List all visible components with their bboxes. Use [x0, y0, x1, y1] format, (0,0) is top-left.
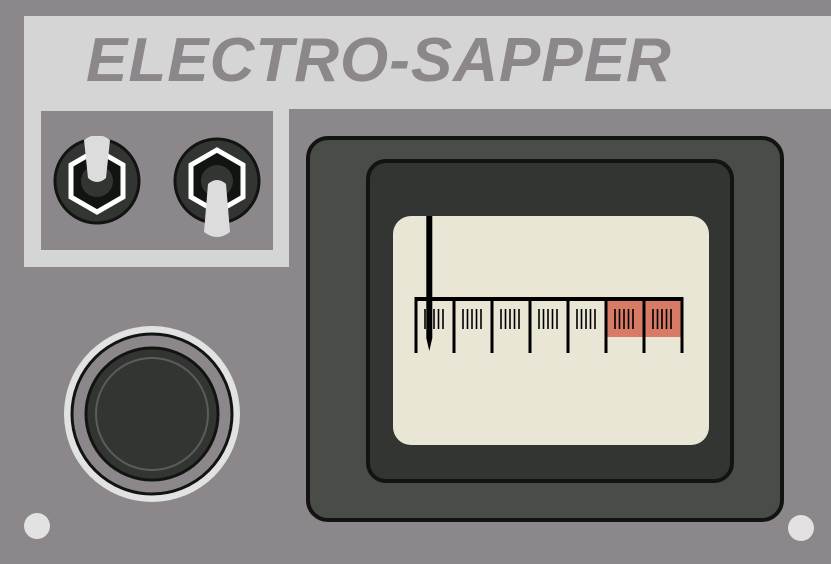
danger-zone-segment: [644, 297, 682, 337]
minor-tick: [538, 309, 540, 329]
minor-tick: [442, 309, 444, 329]
meter-needle: [426, 216, 433, 351]
minor-tick: [433, 309, 435, 329]
minor-tick: [437, 309, 440, 329]
minor-tick: [580, 309, 583, 329]
minor-tick: [480, 309, 482, 329]
minor-tick: [556, 309, 558, 329]
minor-tick: [513, 309, 516, 329]
danger-zone-segment: [606, 297, 644, 337]
left-toggle-switch[interactable]: [52, 136, 142, 226]
minor-tick: [623, 309, 625, 329]
right-toggle-switch[interactable]: [172, 136, 262, 237]
minor-tick: [652, 309, 654, 329]
minor-tick: [551, 309, 554, 329]
scale-top-rail: [416, 297, 682, 301]
minor-tick: [471, 309, 473, 329]
minor-tick: [632, 309, 634, 329]
minor-tick: [424, 309, 426, 329]
minor-tick: [576, 309, 578, 329]
major-tick: [490, 297, 494, 353]
meter-scale: [414, 216, 684, 353]
minor-tick: [665, 309, 668, 329]
minor-tick: [618, 309, 621, 329]
round-jack-socket-icon: [64, 326, 240, 502]
minor-tick: [594, 309, 596, 329]
minor-tick: [547, 309, 549, 329]
major-tick: [452, 297, 456, 353]
screw-right: [788, 515, 814, 541]
minor-tick: [661, 309, 663, 329]
screw-left: [24, 513, 50, 539]
major-tick: [566, 297, 570, 353]
major-tick: [680, 297, 684, 353]
toggle-switch-up-icon: [53, 136, 141, 225]
minor-tick: [509, 309, 511, 329]
major-tick: [528, 297, 532, 353]
jack-socket[interactable]: [62, 324, 242, 504]
major-tick: [414, 297, 418, 353]
minor-tick: [518, 309, 520, 329]
minor-tick: [542, 309, 545, 329]
minor-tick: [466, 309, 469, 329]
major-tick: [642, 297, 646, 353]
toggle-switch-down-icon: [173, 137, 261, 237]
device-title: ELECTRO-SAPPER: [86, 26, 672, 95]
minor-tick: [504, 309, 507, 329]
minor-tick: [670, 309, 672, 329]
minor-tick: [500, 309, 502, 329]
minor-tick: [614, 309, 616, 329]
minor-tick: [585, 309, 587, 329]
minor-tick: [475, 309, 478, 329]
minor-tick: [589, 309, 592, 329]
minor-tick: [656, 309, 659, 329]
major-tick: [604, 297, 608, 353]
minor-tick: [627, 309, 630, 329]
minor-tick: [462, 309, 464, 329]
